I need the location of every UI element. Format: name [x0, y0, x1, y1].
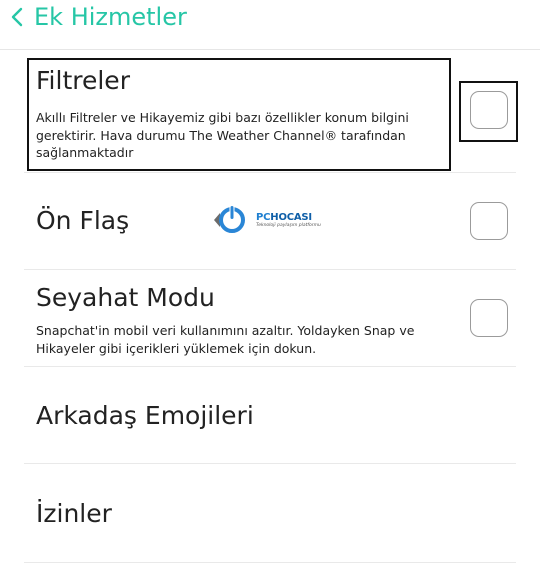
page-title: Ek Hizmetler — [34, 3, 187, 31]
row-description: Akıllı Filtreler ve Hikayemiz gibi bazı … — [36, 110, 409, 160]
row-title: Arkadaş Emojileri — [36, 401, 254, 430]
filters-checkbox[interactable] — [470, 91, 508, 129]
travel-mode-checkbox[interactable] — [470, 299, 508, 337]
row-title: Seyahat Modu — [36, 283, 215, 312]
setting-row-friend-emojis[interactable]: Arkadaş Emojileri — [24, 367, 516, 464]
row-title: Ön Flaş — [36, 206, 130, 235]
front-flash-checkbox[interactable] — [470, 202, 508, 240]
watermark-name: PCHOCASI — [256, 211, 312, 223]
row-description: Snapchat'in mobil veri kullanımını azalt… — [36, 323, 415, 356]
row-title: Filtreler — [36, 66, 130, 95]
screen: Ek Hizmetler Filtreler Akıllı Filtreler … — [0, 0, 540, 563]
chevron-left-icon — [11, 7, 23, 27]
setting-row-permissions[interactable]: İzinler — [24, 464, 516, 563]
power-icon — [214, 205, 245, 233]
back-button[interactable]: Ek Hizmetler — [8, 0, 187, 34]
watermark: PCHOCASI Teknoloji paylaşım platformu — [210, 203, 321, 237]
setting-row-travel-mode[interactable]: Seyahat Modu Snapchat'in mobil veri kull… — [24, 270, 516, 367]
header-bar: Ek Hizmetler — [0, 0, 540, 50]
watermark-tagline: Teknoloji paylaşım platformu — [256, 222, 321, 228]
setting-row-filters[interactable]: Filtreler Akıllı Filtreler ve Hikayemiz … — [24, 56, 516, 173]
row-title: İzinler — [36, 499, 112, 528]
